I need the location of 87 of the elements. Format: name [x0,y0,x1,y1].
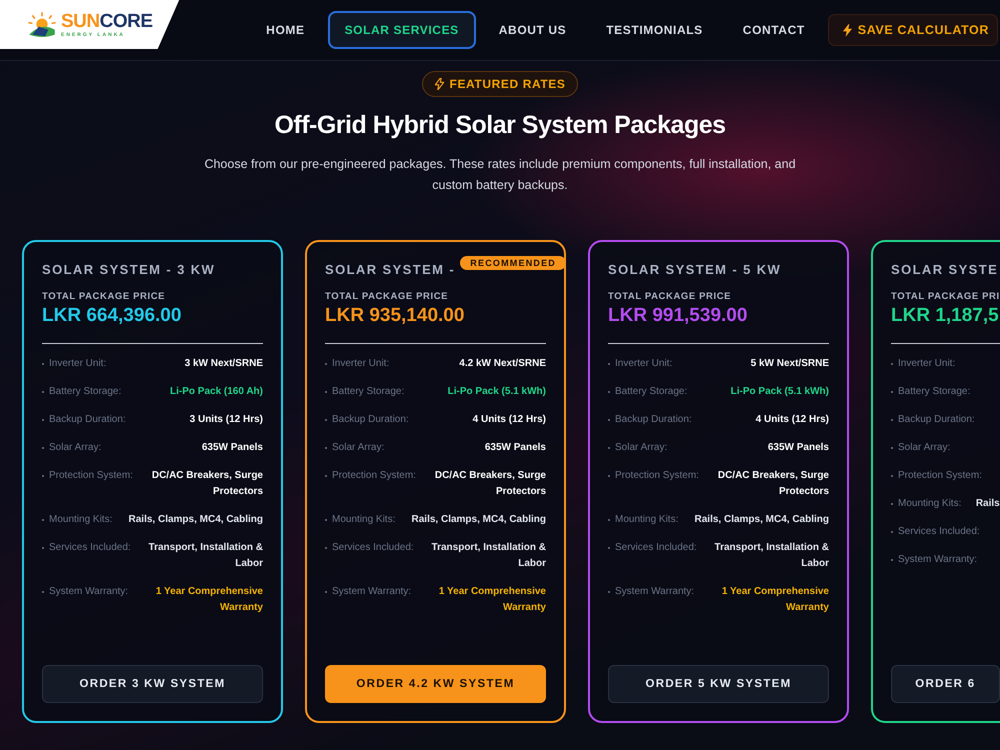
package-title: SOLAR SYSTEM - 5 KW [608,262,782,277]
page-subtitle: Choose from our pre-engineered packages. These rates include premium components, full installation, and custom battery backups. [203,156,797,194]
lightning-icon [842,24,852,36]
spec-label: Backup Duration: [608,412,692,428]
order-button[interactable]: ORDER 6 [891,665,1000,703]
spec-label: Solar Array: [891,440,950,456]
spec-value: 1 Year Comprehensive Warranty [438,585,546,615]
spec-label: Protection System: [325,468,416,484]
spec-label: Solar Array: [608,440,668,456]
spec-value: Rails, Clamps, MC4, Cabling [412,513,546,527]
order-button[interactable]: ORDER 5 KW SYSTEM [608,665,829,703]
spec-value: Li-Po Pack (5.1 kWh) [730,385,829,399]
price-label: TOTAL PACKAGE PRI [891,291,1000,302]
spec-label: Inverter Unit: [608,356,672,372]
spec-value: 4.2 kW Next/SRNE [459,357,546,371]
lightning-icon [434,78,444,90]
spec-label: Protection System: [42,468,133,484]
spec-label: System Warranty: [608,584,694,600]
spec-label: System Warranty: [891,552,978,568]
price-label: TOTAL PACKAGE PRICE [325,291,450,302]
spec-value: Transport, Installation & Labor [430,541,546,571]
package-price: LKR 991,539.00 [608,305,748,327]
spec-label: Mounting Kits: [42,512,112,528]
spec-label: Battery Storage: [325,384,404,400]
spec-value: DC/AC Breakers, Surge Protectors [150,469,263,499]
spec-label: Inverter Unit: [325,356,390,372]
spec-value: 3 kW Next/SRNE [184,357,263,371]
spec-value: Rails [976,497,1000,511]
spec-label: Services Included: [42,540,131,556]
brand-name: SUNCORE [61,12,153,30]
spec-value: 1 Year Comprehensive Warranty [154,585,263,615]
recommended-badge: RECOMMENDED [460,256,566,270]
spec-value: Rails, Clamps, MC4, Cabling [694,513,829,527]
spec-value: 4 Units (12 Hrs) [756,413,829,427]
spec-label: Mounting Kits: [608,512,678,528]
spec-label: System Warranty: [42,584,128,600]
package-title: SOLAR SYSTE [891,262,998,277]
package-price: LKR 664,396.00 [42,305,182,327]
package-price: LKR 1,187,5 [891,305,1000,327]
spec-value: 635W Panels [768,441,829,455]
spec-label: Backup Duration: [42,412,126,428]
spec-value: DC/AC Breakers, Surge Protectors [716,469,829,499]
spec-value: Transport, Installation & Labor [148,541,263,571]
badge-text: FEATURED RATES [450,77,566,91]
spec-value: Li-Po Pack (5.1 kWh) [448,385,546,399]
spec-label: Battery Storage: [608,384,688,400]
spec-label: Services Included: [608,540,697,556]
nav-link[interactable]: SOLAR SERVICES [328,11,476,49]
spec-value: 4 Units (12 Hrs) [472,413,546,427]
spec-label: Battery Storage: [42,384,122,400]
save-calculator-button[interactable]: SAVE CALCULATOR [828,14,998,46]
spec-label: Services Included: [325,540,414,556]
package-title: SOLAR SYSTEM - [325,262,456,277]
spec-label: Backup Duration: [891,412,975,428]
spec-label: Protection System: [891,468,982,484]
package-title: SOLAR SYSTEM - 3 KW [42,262,216,277]
spec-value: 1 Year Comprehensive Warranty [720,585,829,615]
spec-label: Services Included: [891,524,980,540]
page-title: Off-Grid Hybrid Solar System Packages [274,111,726,140]
spec-value: DC/AC Breakers, Surge Protectors [434,469,546,499]
spec-label: Protection System: [608,468,699,484]
spec-label: Backup Duration: [325,412,409,428]
price-label: TOTAL PACKAGE PRICE [608,291,732,302]
nav-link[interactable]: CONTACT [726,11,822,49]
spec-label: Solar Array: [325,440,384,456]
nav-link[interactable]: ABOUT US [482,11,584,49]
spec-label: Mounting Kits: [325,512,396,528]
spec-value: 5 kW Next/SRNE [750,357,829,371]
spec-value: Li-Po Pack (160 Ah) [170,385,263,399]
spec-value: 635W Panels [484,441,546,455]
nav-link[interactable]: HOME [249,11,322,49]
order-button[interactable]: ORDER 3 KW SYSTEM [42,665,263,703]
price-label: TOTAL PACKAGE PRICE [42,291,166,302]
order-button[interactable]: ORDER 4.2 KW SYSTEM [325,665,546,703]
package-price: LKR 935,140.00 [325,305,466,327]
spec-label: Battery Storage: [891,384,970,400]
spec-label: Mounting Kits: [891,496,962,512]
spec-value: 3 Units (12 Hrs) [190,413,263,427]
spec-label: Inverter Unit: [891,356,956,372]
spec-label: System Warranty: [325,584,412,600]
spec-label: Solar Array: [42,440,102,456]
spec-value: 635W Panels [202,441,263,455]
nav-link[interactable]: TESTIMONIALS [589,11,720,49]
spec-value: Transport, Installation & Labor [714,541,829,571]
spec-label: Inverter Unit: [42,356,106,372]
spec-value: Rails, Clamps, MC4, Cabling [128,513,263,527]
sun-house-icon [26,10,58,40]
